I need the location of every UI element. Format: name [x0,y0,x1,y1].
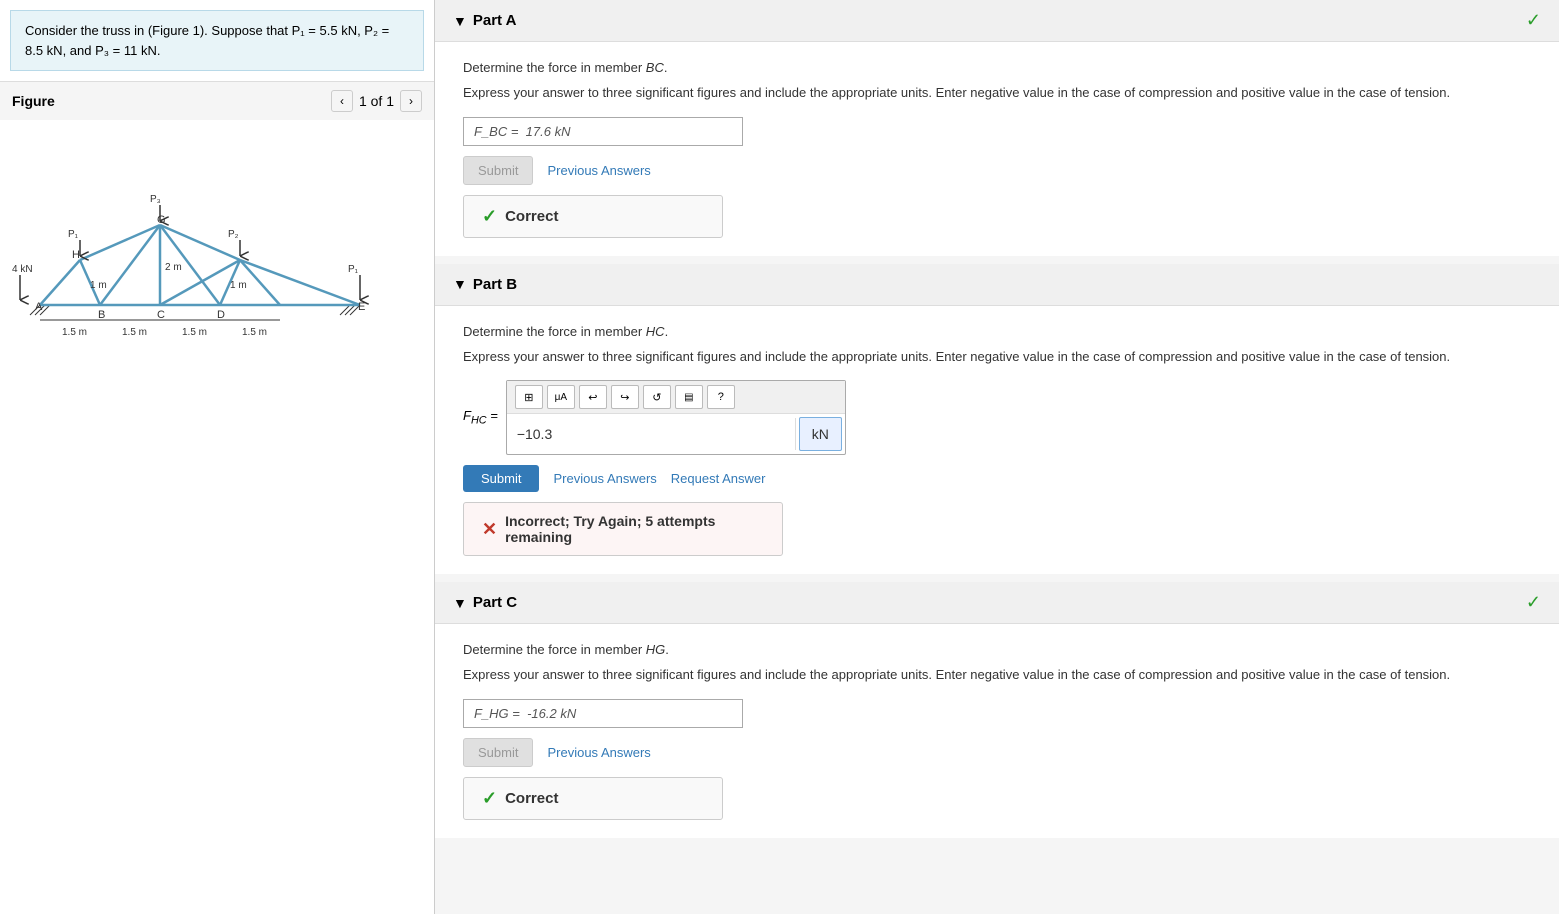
svg-text:E: E [358,301,365,313]
toolbar-btn-grid[interactable]: ⊞ [515,385,543,409]
part-a-checkmark: ✓ [1526,10,1541,31]
part-a-input[interactable] [463,117,743,146]
right-panel: ▼ Part A ✓ Determine the force in member… [435,0,1559,914]
part-c-determine-label: Determine the force in member HG. [463,642,1531,657]
problem-text: Consider the truss in (Figure 1). Suppos… [25,23,389,58]
svg-text:1.5 m: 1.5 m [182,327,207,338]
part-b-incorrect-icon: ✕ [482,519,497,540]
part-b-instructions: Express your answer to three significant… [463,347,1531,367]
toolbar-btn-help[interactable]: ? [707,385,735,409]
toolbar-btn-redo[interactable]: ↪ [611,385,639,409]
part-c-submit-row: Submit Previous Answers [463,738,1531,767]
part-a-instructions: Express your answer to three significant… [463,83,1531,103]
part-b-incorrect-box: ✕ Incorrect; Try Again; 5 attempts remai… [463,502,783,556]
part-b-label: Part B [473,276,517,293]
part-b-chevron[interactable]: ▼ [453,276,467,292]
part-b-unit[interactable]: kN [799,417,842,451]
svg-text:1.5 m: 1.5 m [62,327,87,338]
truss-svg: A B C D E H G 1.5 m 1.5 m 1.5 m 1.5 m 2 … [10,140,390,340]
part-a-correct-box: ✓ Correct [463,195,723,238]
part-c-correct-box: ✓ Correct [463,777,723,820]
figure-header: Figure ‹ 1 of 1 › [0,81,434,120]
figure-title: Figure [12,93,55,109]
part-a-submit-row: Submit Previous Answers [463,156,1531,185]
svg-text:1.5 m: 1.5 m [242,327,267,338]
svg-text:P₁: P₁ [348,264,359,275]
svg-text:P₁: P₁ [68,229,79,240]
svg-text:B: B [98,309,105,321]
part-c-checkmark: ✓ [1526,592,1541,613]
part-a-determine-label: Determine the force in member BC. [463,60,1531,75]
toolbar-btn-undo[interactable]: ↩ [579,385,607,409]
part-a-correct-label: Correct [505,208,558,225]
part-b-request-answer-link[interactable]: Request Answer [671,471,766,486]
svg-text:G: G [157,214,166,226]
figure-page: 1 of 1 [359,93,394,109]
part-c-correct-icon: ✓ [482,788,497,809]
part-a-previous-answers-link[interactable]: Previous Answers [547,163,650,178]
part-b-section: ▼ Part B Determine the force in member H… [435,264,1559,575]
prev-figure-button[interactable]: ‹ [331,90,353,112]
part-c-chevron[interactable]: ▼ [453,595,467,611]
svg-text:P₂: P₂ [228,229,239,240]
part-b-submit-button[interactable]: Submit [463,465,539,492]
svg-text:A: A [35,301,43,313]
part-b-answer-label: FHC = [463,408,498,427]
part-b-determine-label: Determine the force in member HC. [463,324,1531,339]
part-b-input-row: −10.3 kN [507,414,845,454]
svg-text:1 m: 1 m [230,280,247,291]
part-c-label: Part C [473,594,517,611]
next-figure-button[interactable]: › [400,90,422,112]
svg-text:1 m: 1 m [90,280,107,291]
part-b-toolbar: ⊞ μA ↩ ↪ ↺ ▤ ? [507,381,845,414]
part-a-chevron[interactable]: ▼ [453,13,467,29]
svg-text:C: C [157,309,165,321]
svg-text:P₃: P₃ [150,194,161,205]
part-c-input[interactable] [463,699,743,728]
part-a-section: ▼ Part A ✓ Determine the force in member… [435,0,1559,256]
part-a-content: Determine the force in member BC. Expres… [435,42,1559,256]
svg-text:H: H [72,249,80,261]
part-a-label: Part A [473,12,517,29]
part-c-correct-label: Correct [505,790,558,807]
problem-statement: Consider the truss in (Figure 1). Suppos… [10,10,424,71]
part-c-instructions: Express your answer to three significant… [463,665,1531,685]
toolbar-btn-mu[interactable]: μA [547,385,575,409]
part-c-submit-button[interactable]: Submit [463,738,533,767]
toolbar-btn-keyboard[interactable]: ▤ [675,385,703,409]
part-b-math-container: ⊞ μA ↩ ↪ ↺ ▤ ? −10.3 kN [506,380,846,455]
figure-section: Figure ‹ 1 of 1 › [0,81,434,914]
toolbar-btn-refresh[interactable]: ↺ [643,385,671,409]
part-a-submit-button[interactable]: Submit [463,156,533,185]
svg-text:2 m: 2 m [165,262,182,273]
part-b-submit-row: Submit Previous Answers Request Answer [463,465,1531,492]
left-panel: Consider the truss in (Figure 1). Suppos… [0,0,435,914]
part-a-correct-icon: ✓ [482,206,497,227]
part-c-content: Determine the force in member HG. Expres… [435,624,1559,838]
part-b-content: Determine the force in member HC. Expres… [435,306,1559,575]
part-c-previous-answers-link[interactable]: Previous Answers [547,745,650,760]
part-c-section: ▼ Part C ✓ Determine the force in member… [435,582,1559,838]
svg-text:1.5 m: 1.5 m [122,327,147,338]
part-b-incorrect-label: Incorrect; Try Again; 5 attempts remaini… [505,513,764,545]
svg-text:D: D [217,309,225,321]
part-b-previous-answers-link[interactable]: Previous Answers [553,471,656,486]
figure-nav: ‹ 1 of 1 › [331,90,422,112]
svg-text:4 kN: 4 kN [12,264,33,275]
figure-canvas: A B C D E H G 1.5 m 1.5 m 1.5 m 1.5 m 2 … [0,120,434,914]
part-a-answer-row [463,117,1531,146]
part-b-value[interactable]: −10.3 [507,418,796,450]
part-c-answer-row [463,699,1531,728]
